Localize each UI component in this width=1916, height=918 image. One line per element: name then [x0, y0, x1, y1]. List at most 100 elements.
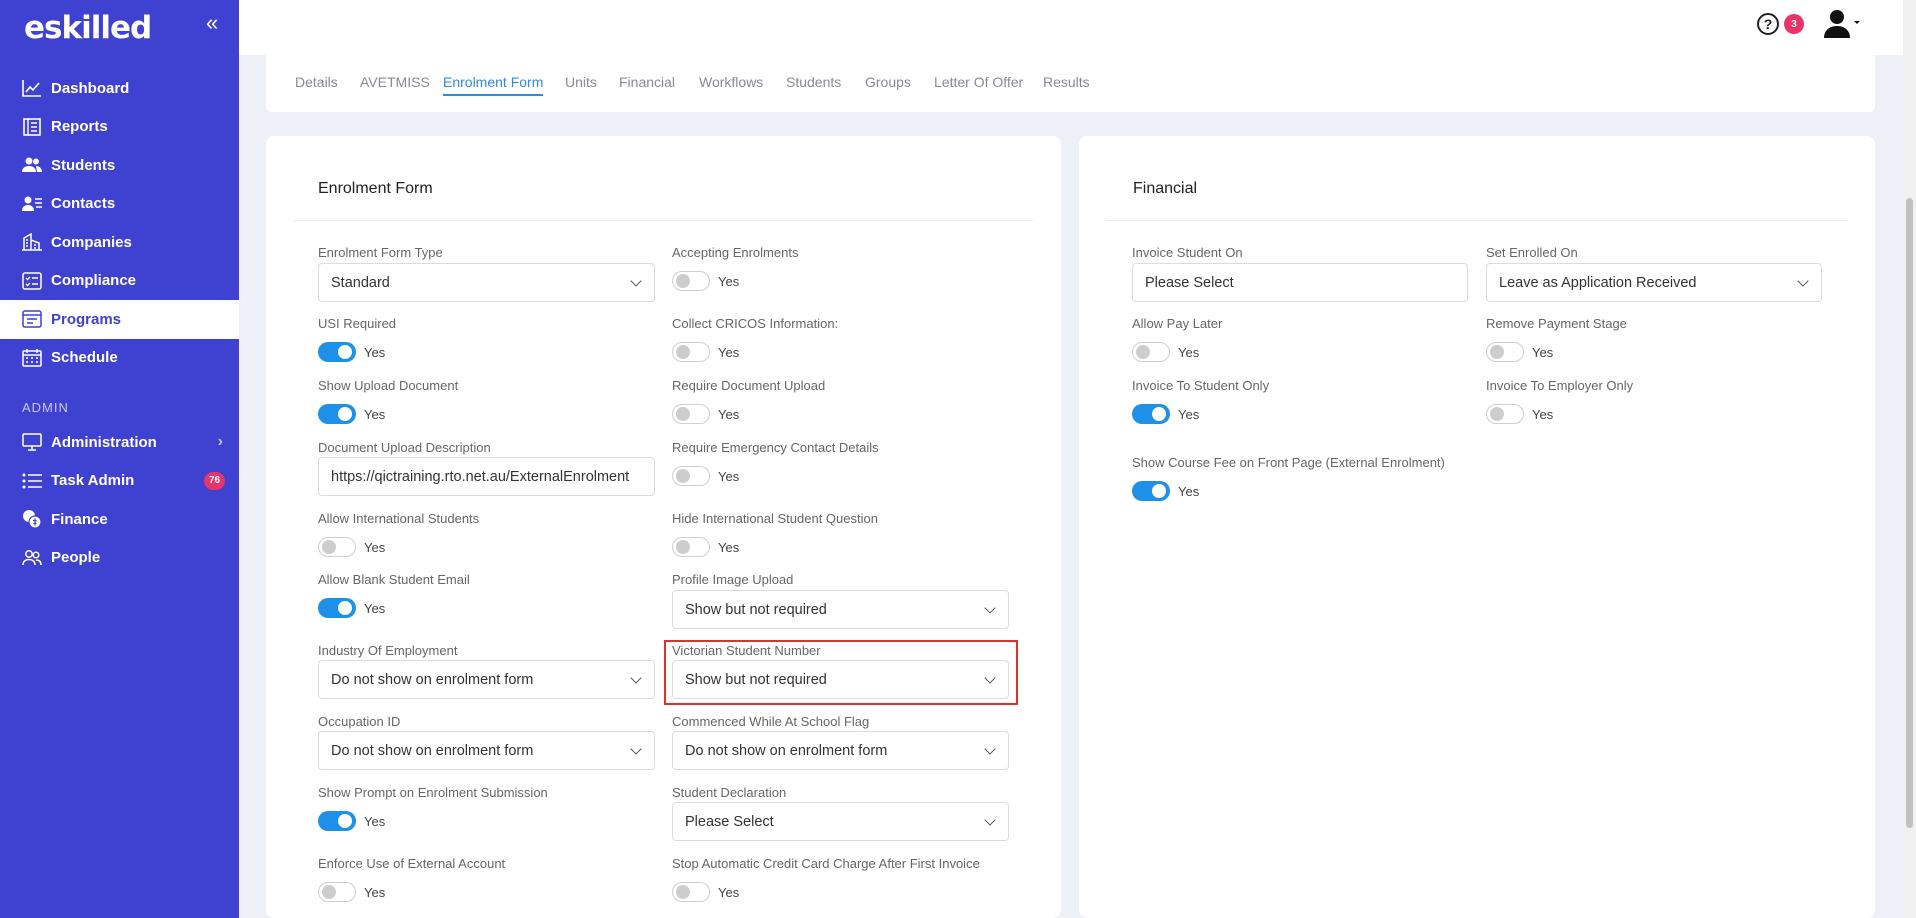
sidebar-item-finance[interactable]: Finance	[0, 500, 239, 539]
sidebar-item-administration[interactable]: Administration ›	[0, 423, 239, 462]
field-label: Require Document Upload	[672, 378, 826, 393]
sidebar-item-programs[interactable]: Programs	[0, 300, 239, 339]
sidebar-item-reports[interactable]: Reports	[0, 108, 239, 147]
set-enrolled-on-select[interactable]: Leave as Application Received	[1486, 263, 1822, 302]
field-label: Collect CRICOS Information:	[672, 316, 839, 331]
toggle-knob	[1152, 407, 1166, 421]
sidebar-item-label: Administration	[51, 433, 157, 451]
sidebar-item-label: Compliance	[51, 272, 137, 290]
tab-groups[interactable]: Groups	[865, 74, 911, 94]
field-label: Commenced While At School Flag	[672, 714, 870, 729]
enforce-external-account-toggle[interactable]	[318, 882, 356, 902]
toggle-label: Yes	[364, 885, 386, 900]
invoice-to-employer-only-toggle[interactable]	[1486, 404, 1524, 424]
document-upload-description-input[interactable]: https://qictraining.rto.net.au/ExternalE…	[318, 457, 655, 496]
contacts-icon	[20, 194, 44, 214]
eskilled-logo[interactable]: eskilled	[24, 10, 152, 46]
tab-letter-of-offer[interactable]: Letter Of Offer	[934, 74, 1023, 94]
require-document-upload-toggle[interactable]	[672, 404, 710, 424]
chevron-right-icon: ›	[217, 433, 223, 450]
victorian-student-number-select[interactable]: Show but not required	[672, 660, 1009, 699]
require-emergency-contact-toggle[interactable]	[672, 466, 710, 486]
building-icon	[20, 232, 44, 252]
notification-badge[interactable]: 3	[1784, 14, 1804, 34]
field-label: Require Emergency Contact Details	[672, 440, 879, 455]
tab-students[interactable]: Students	[786, 74, 841, 94]
chart-line-icon	[20, 78, 44, 98]
allow-pay-later-toggle[interactable]	[1132, 342, 1170, 362]
collapse-sidebar-icon[interactable]: «	[206, 10, 218, 36]
sidebar-item-compliance[interactable]: Compliance	[0, 262, 239, 301]
sidebar-item-label: Reports	[51, 118, 108, 136]
scrollbar-thumb[interactable]	[1906, 198, 1913, 828]
allow-blank-email-toggle[interactable]	[318, 598, 356, 618]
toggle-knob	[676, 407, 690, 421]
sidebar-item-schedule[interactable]: Schedule	[0, 339, 239, 378]
remove-payment-stage-toggle[interactable]	[1486, 342, 1524, 362]
sidebar-item-label: Task Admin	[51, 472, 135, 490]
sidebar-item-contacts[interactable]: Contacts	[0, 185, 239, 224]
programs-icon	[20, 309, 44, 329]
invoice-student-on-input[interactable]: Please Select	[1132, 263, 1468, 302]
toggle-label: Yes	[364, 814, 386, 829]
invoice-to-student-only-toggle[interactable]	[1132, 404, 1170, 424]
show-prompt-submission-toggle[interactable]	[318, 811, 356, 831]
sidebar-item-students[interactable]: Students	[0, 146, 239, 185]
sidebar-item-label: Students	[51, 156, 116, 174]
hide-international-question-toggle[interactable]	[672, 537, 710, 557]
toggle-label: Yes	[1532, 345, 1554, 360]
field-label: Profile Image Upload	[672, 572, 794, 587]
field-label: Student Declaration	[672, 785, 787, 800]
tab-units[interactable]: Units	[565, 74, 597, 94]
field-label: Invoice Student On	[1132, 245, 1243, 260]
tab-workflows[interactable]: Workflows	[699, 74, 763, 94]
select-value: Leave as Application Received	[1499, 274, 1697, 291]
sidebar-item-dashboard[interactable]: Dashboard	[0, 69, 239, 108]
coins-icon	[20, 509, 44, 529]
industry-of-employment-select[interactable]: Do not show on enrolment form	[318, 660, 655, 699]
card-divider	[1106, 220, 1848, 221]
toggle-label: Yes	[718, 540, 740, 555]
toggle-label: Yes	[364, 407, 386, 422]
toggle-knob	[338, 601, 352, 615]
toggle-knob	[322, 540, 336, 554]
show-upload-document-toggle[interactable]	[318, 404, 356, 424]
toggle-label: Yes	[718, 885, 740, 900]
commenced-at-school-select[interactable]: Do not show on enrolment form	[672, 731, 1009, 770]
sidebar-item-companies[interactable]: Companies	[0, 223, 239, 262]
sidebar-item-people[interactable]: People	[0, 539, 239, 578]
chevron-down-icon	[630, 672, 642, 684]
help-icon[interactable]: ?	[1757, 13, 1779, 35]
toggle-knob	[338, 814, 352, 828]
allow-international-students-toggle[interactable]	[318, 537, 356, 557]
toggle-label: Yes	[364, 345, 386, 360]
field-label: Allow International Students	[318, 511, 480, 526]
accepting-enrolments-toggle[interactable]	[672, 271, 710, 291]
field-label: Occupation ID	[318, 714, 401, 729]
people-icon	[20, 548, 44, 568]
sidebar-item-label: Finance	[51, 510, 108, 528]
select-value: Show but not required	[685, 671, 827, 688]
tab-enrolment-form[interactable]: Enrolment Form	[443, 74, 544, 96]
tab-details[interactable]: Details	[295, 74, 338, 94]
user-menu[interactable]	[1822, 9, 1862, 39]
tab-financial[interactable]: Financial	[619, 74, 675, 94]
stop-auto-cc-charge-toggle[interactable]	[672, 882, 710, 902]
student-declaration-select[interactable]: Please Select	[672, 802, 1009, 841]
field-label: Show Upload Document	[318, 378, 459, 393]
occupation-id-select[interactable]: Do not show on enrolment form	[318, 731, 655, 770]
field-label: Allow Pay Later	[1132, 316, 1223, 331]
profile-image-upload-select[interactable]: Show but not required	[672, 590, 1009, 629]
enrolment-form-type-select[interactable]: Standard	[318, 263, 655, 302]
tab-avetmiss[interactable]: AVETMISS	[360, 74, 430, 94]
collect-cricos-toggle[interactable]	[672, 342, 710, 362]
tab-results[interactable]: Results	[1043, 74, 1090, 94]
sidebar-item-task-admin[interactable]: Task Admin 76	[0, 462, 239, 501]
sidebar-item-label: Companies	[51, 233, 132, 251]
users-icon	[20, 155, 44, 175]
field-label: Set Enrolled On	[1486, 245, 1578, 260]
toggle-knob	[676, 540, 690, 554]
select-value: Do not show on enrolment form	[331, 742, 534, 759]
usi-required-toggle[interactable]	[318, 342, 356, 362]
show-course-fee-toggle[interactable]	[1132, 481, 1170, 501]
